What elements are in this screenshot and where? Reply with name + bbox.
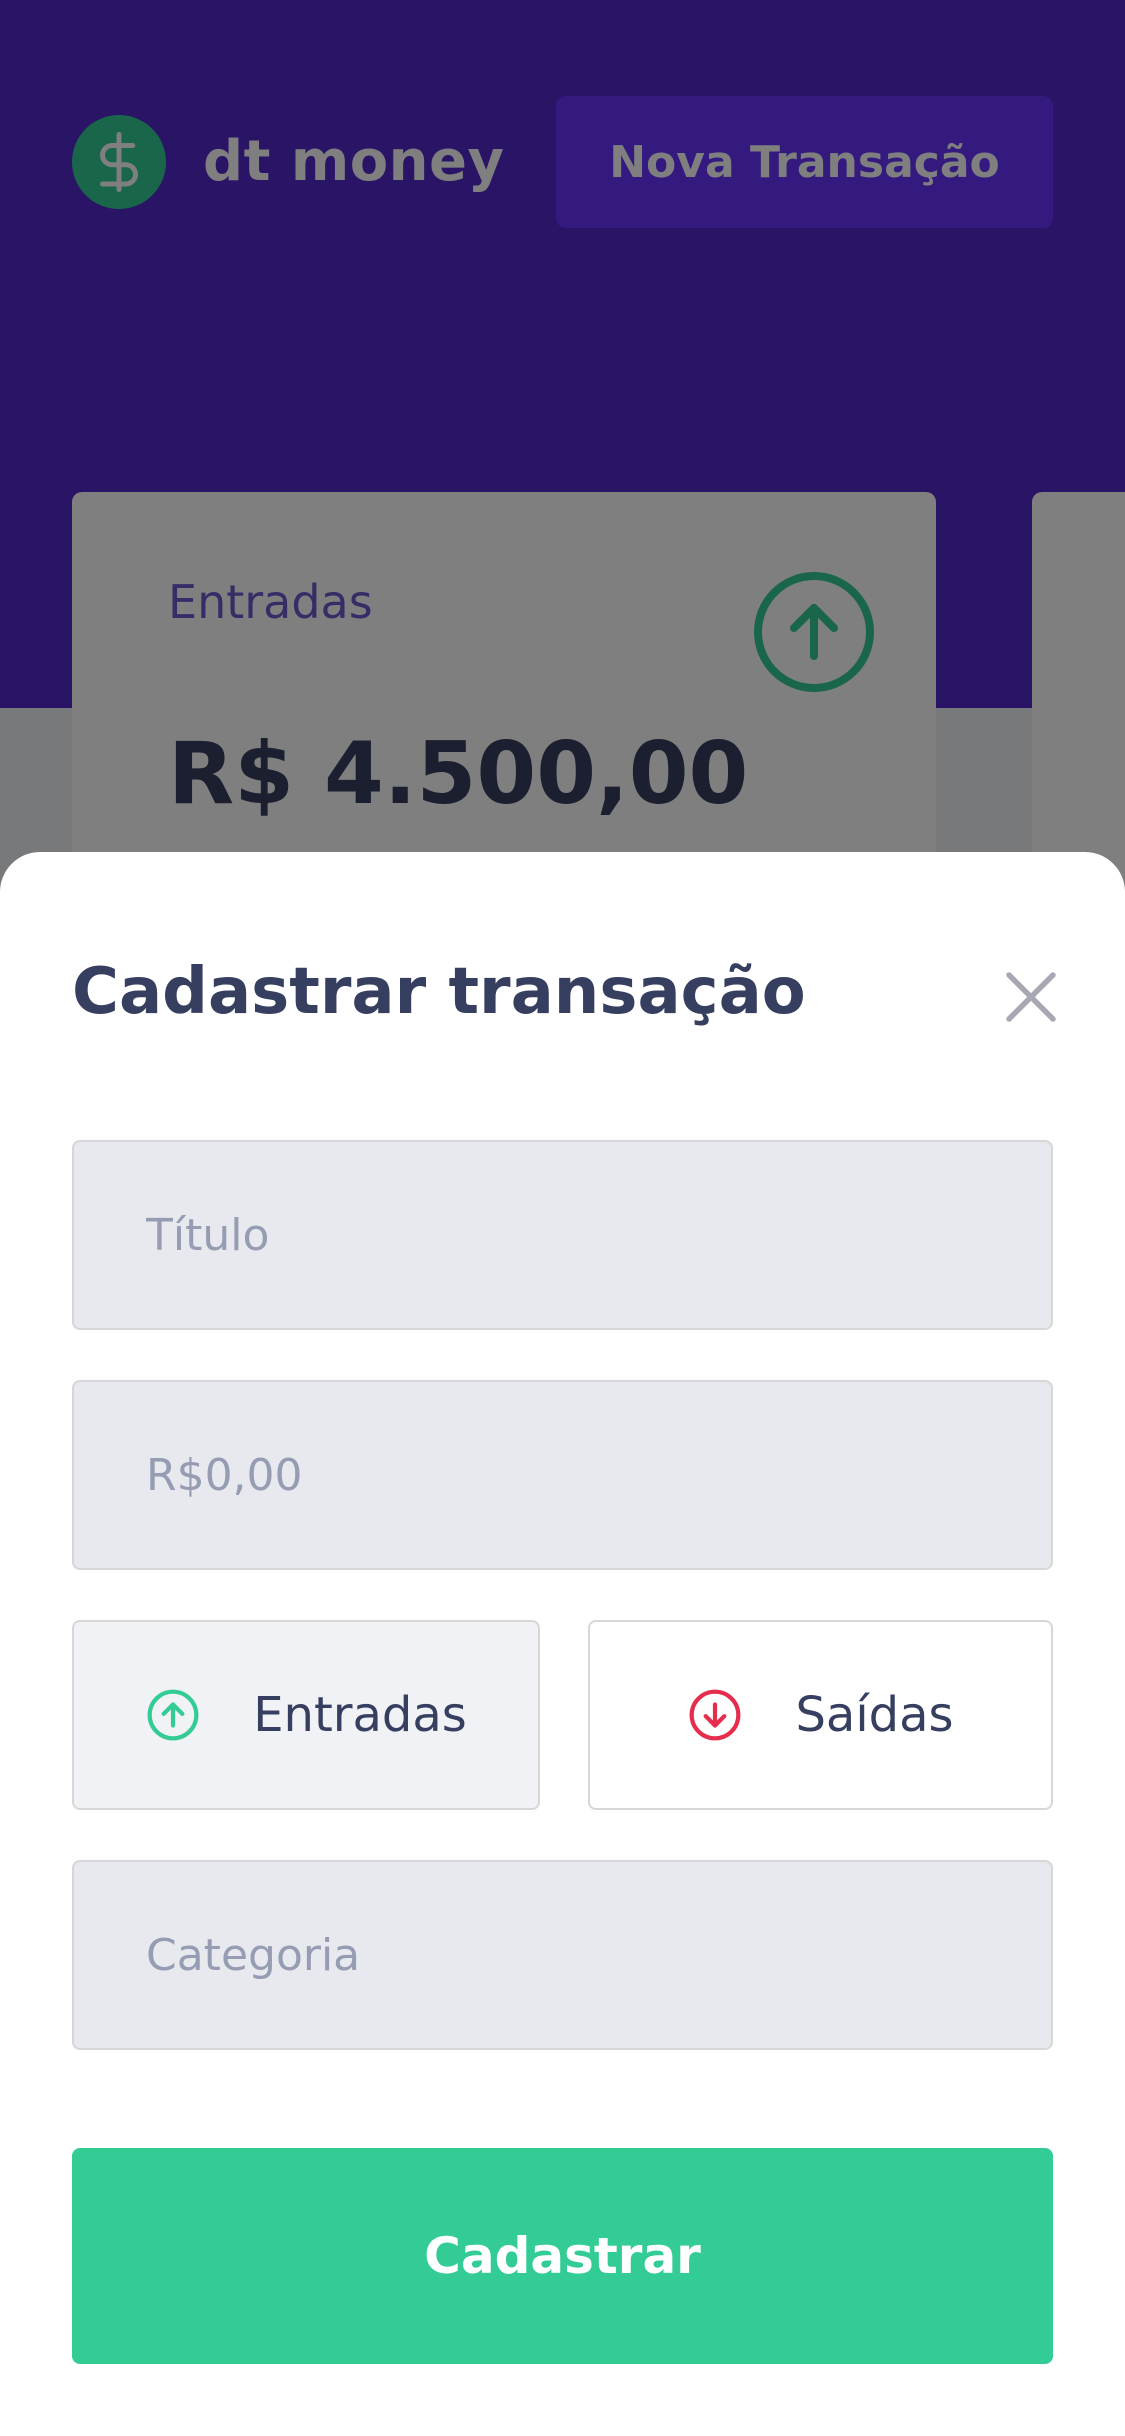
new-transaction-modal: Cadastrar transação Entradas Saídas	[0, 852, 1125, 2436]
type-income-label: Entradas	[253, 1687, 467, 1743]
close-icon	[1006, 972, 1056, 1022]
arrow-down-circle-icon	[690, 1689, 741, 1741]
category-input[interactable]	[72, 1860, 1053, 2050]
type-outcome-button[interactable]: Saídas	[588, 1620, 1053, 1810]
arrow-up-circle-icon	[147, 1689, 199, 1741]
amount-input[interactable]	[72, 1380, 1053, 1570]
type-income-button[interactable]: Entradas	[72, 1620, 540, 1810]
title-input[interactable]	[72, 1140, 1053, 1330]
type-outcome-label: Saídas	[795, 1687, 954, 1743]
screen: dt money Nova Transação Entradas R$ 4.50…	[0, 0, 1125, 2436]
modal-title: Cadastrar transação	[72, 955, 806, 1029]
submit-button[interactable]: Cadastrar	[72, 2148, 1053, 2364]
close-button[interactable]	[998, 964, 1064, 1030]
